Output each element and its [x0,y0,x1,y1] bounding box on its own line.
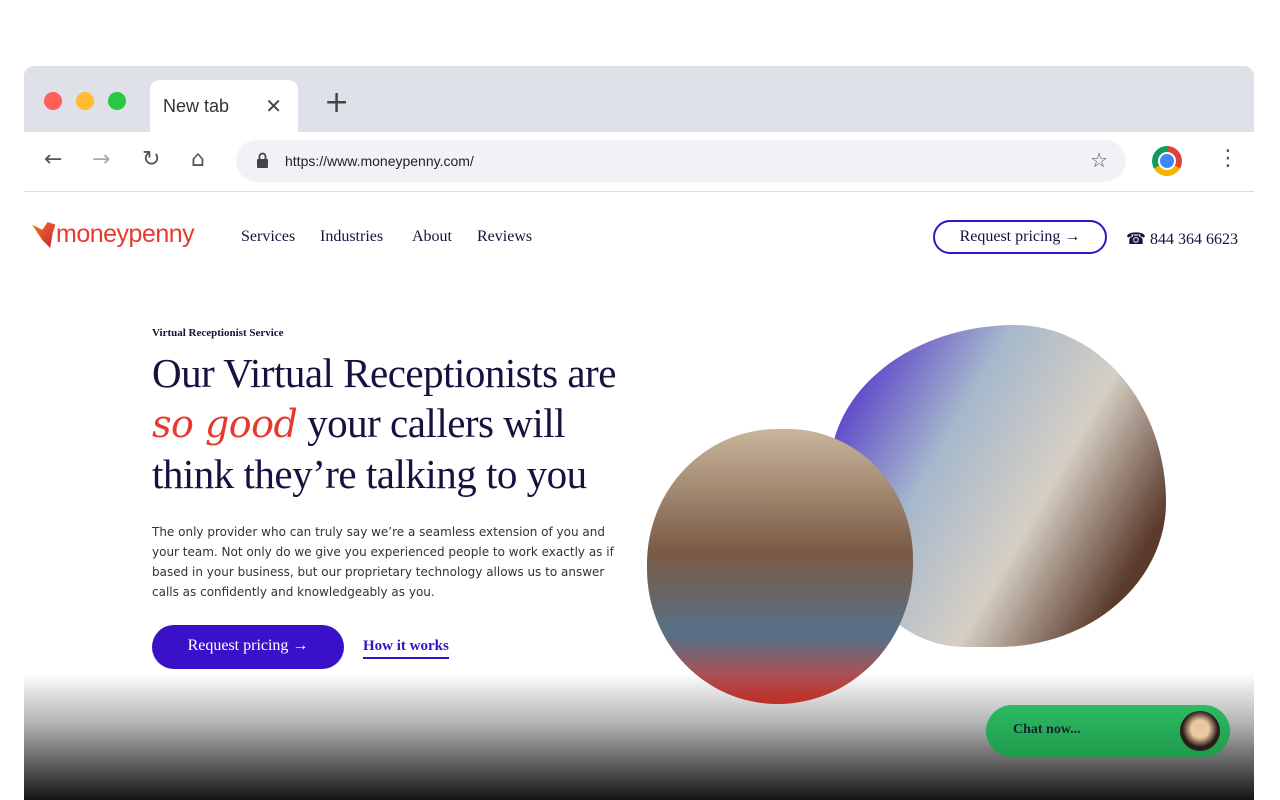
bird-logo-icon [32,222,56,248]
lock-icon [257,152,268,168]
agent-avatar [1180,711,1220,751]
request-pricing-header-button[interactable]: Request pricing → [933,220,1107,254]
home-icon[interactable]: ⌂ [191,149,205,171]
minimize-window-button[interactable] [76,92,94,110]
phone-link[interactable]: ☎ 844 364 6623 [1126,229,1238,249]
nav-services[interactable]: Services [241,228,295,246]
chat-now-button[interactable]: Chat now... [986,705,1230,757]
more-menu-icon[interactable]: ⋮ [1217,146,1239,171]
tab-title: New tab [163,96,230,116]
nav-industries[interactable]: Industries [320,228,383,246]
reload-icon[interactable]: ↻ [142,149,160,171]
close-tab-icon[interactable]: ✕ [265,94,282,119]
heading-part: Our Virtual Receptionists are [152,350,616,396]
caller-photo [647,429,913,704]
chat-label: Chat now... [1013,722,1081,737]
new-tab-icon[interactable]: + [324,88,349,118]
tab-new[interactable]: New tab ✕ [150,80,298,132]
url-text: https://www.moneypenny.com/ [285,153,474,169]
maximize-window-button[interactable] [108,92,126,110]
moneypenny-logo[interactable]: moneypenny [32,220,195,249]
hero-heading: Our Virtual Receptionists are so good yo… [152,348,652,499]
how-it-works-link[interactable]: How it works [363,638,449,659]
nav-about[interactable]: About [412,228,452,246]
close-window-button[interactable] [44,92,62,110]
phone-number: 844 364 6623 [1149,231,1238,248]
browser-window: New tab ✕ + ← → ↻ ⌂ https://www.moneypenn… [24,66,1254,800]
back-icon[interactable]: ← [44,149,62,171]
nav-reviews[interactable]: Reviews [477,228,532,246]
browser-toolbar: ← → ↻ ⌂ https://www.moneypenny.com/ ☆ ⋮ [24,132,1254,192]
hero-body: The only provider who can truly say we’r… [152,525,614,599]
bookmark-star-icon[interactable]: ☆ [1090,148,1108,173]
forward-icon[interactable]: → [92,149,110,171]
request-pricing-button[interactable]: Request pricing → [152,625,344,669]
eyebrow: Virtual Receptionist Service [152,327,284,339]
address-bar[interactable]: https://www.moneypenny.com/ ☆ [236,140,1126,182]
phone-icon: ☎ [1126,231,1146,248]
logo-text: moneypenny [56,220,195,248]
tab-bar: New tab ✕ + [24,66,1254,132]
chrome-profile-icon[interactable] [1152,146,1182,176]
webpage: moneypenny Services Industries About Rev… [24,193,1254,800]
heading-emphasis: so good [152,402,298,446]
